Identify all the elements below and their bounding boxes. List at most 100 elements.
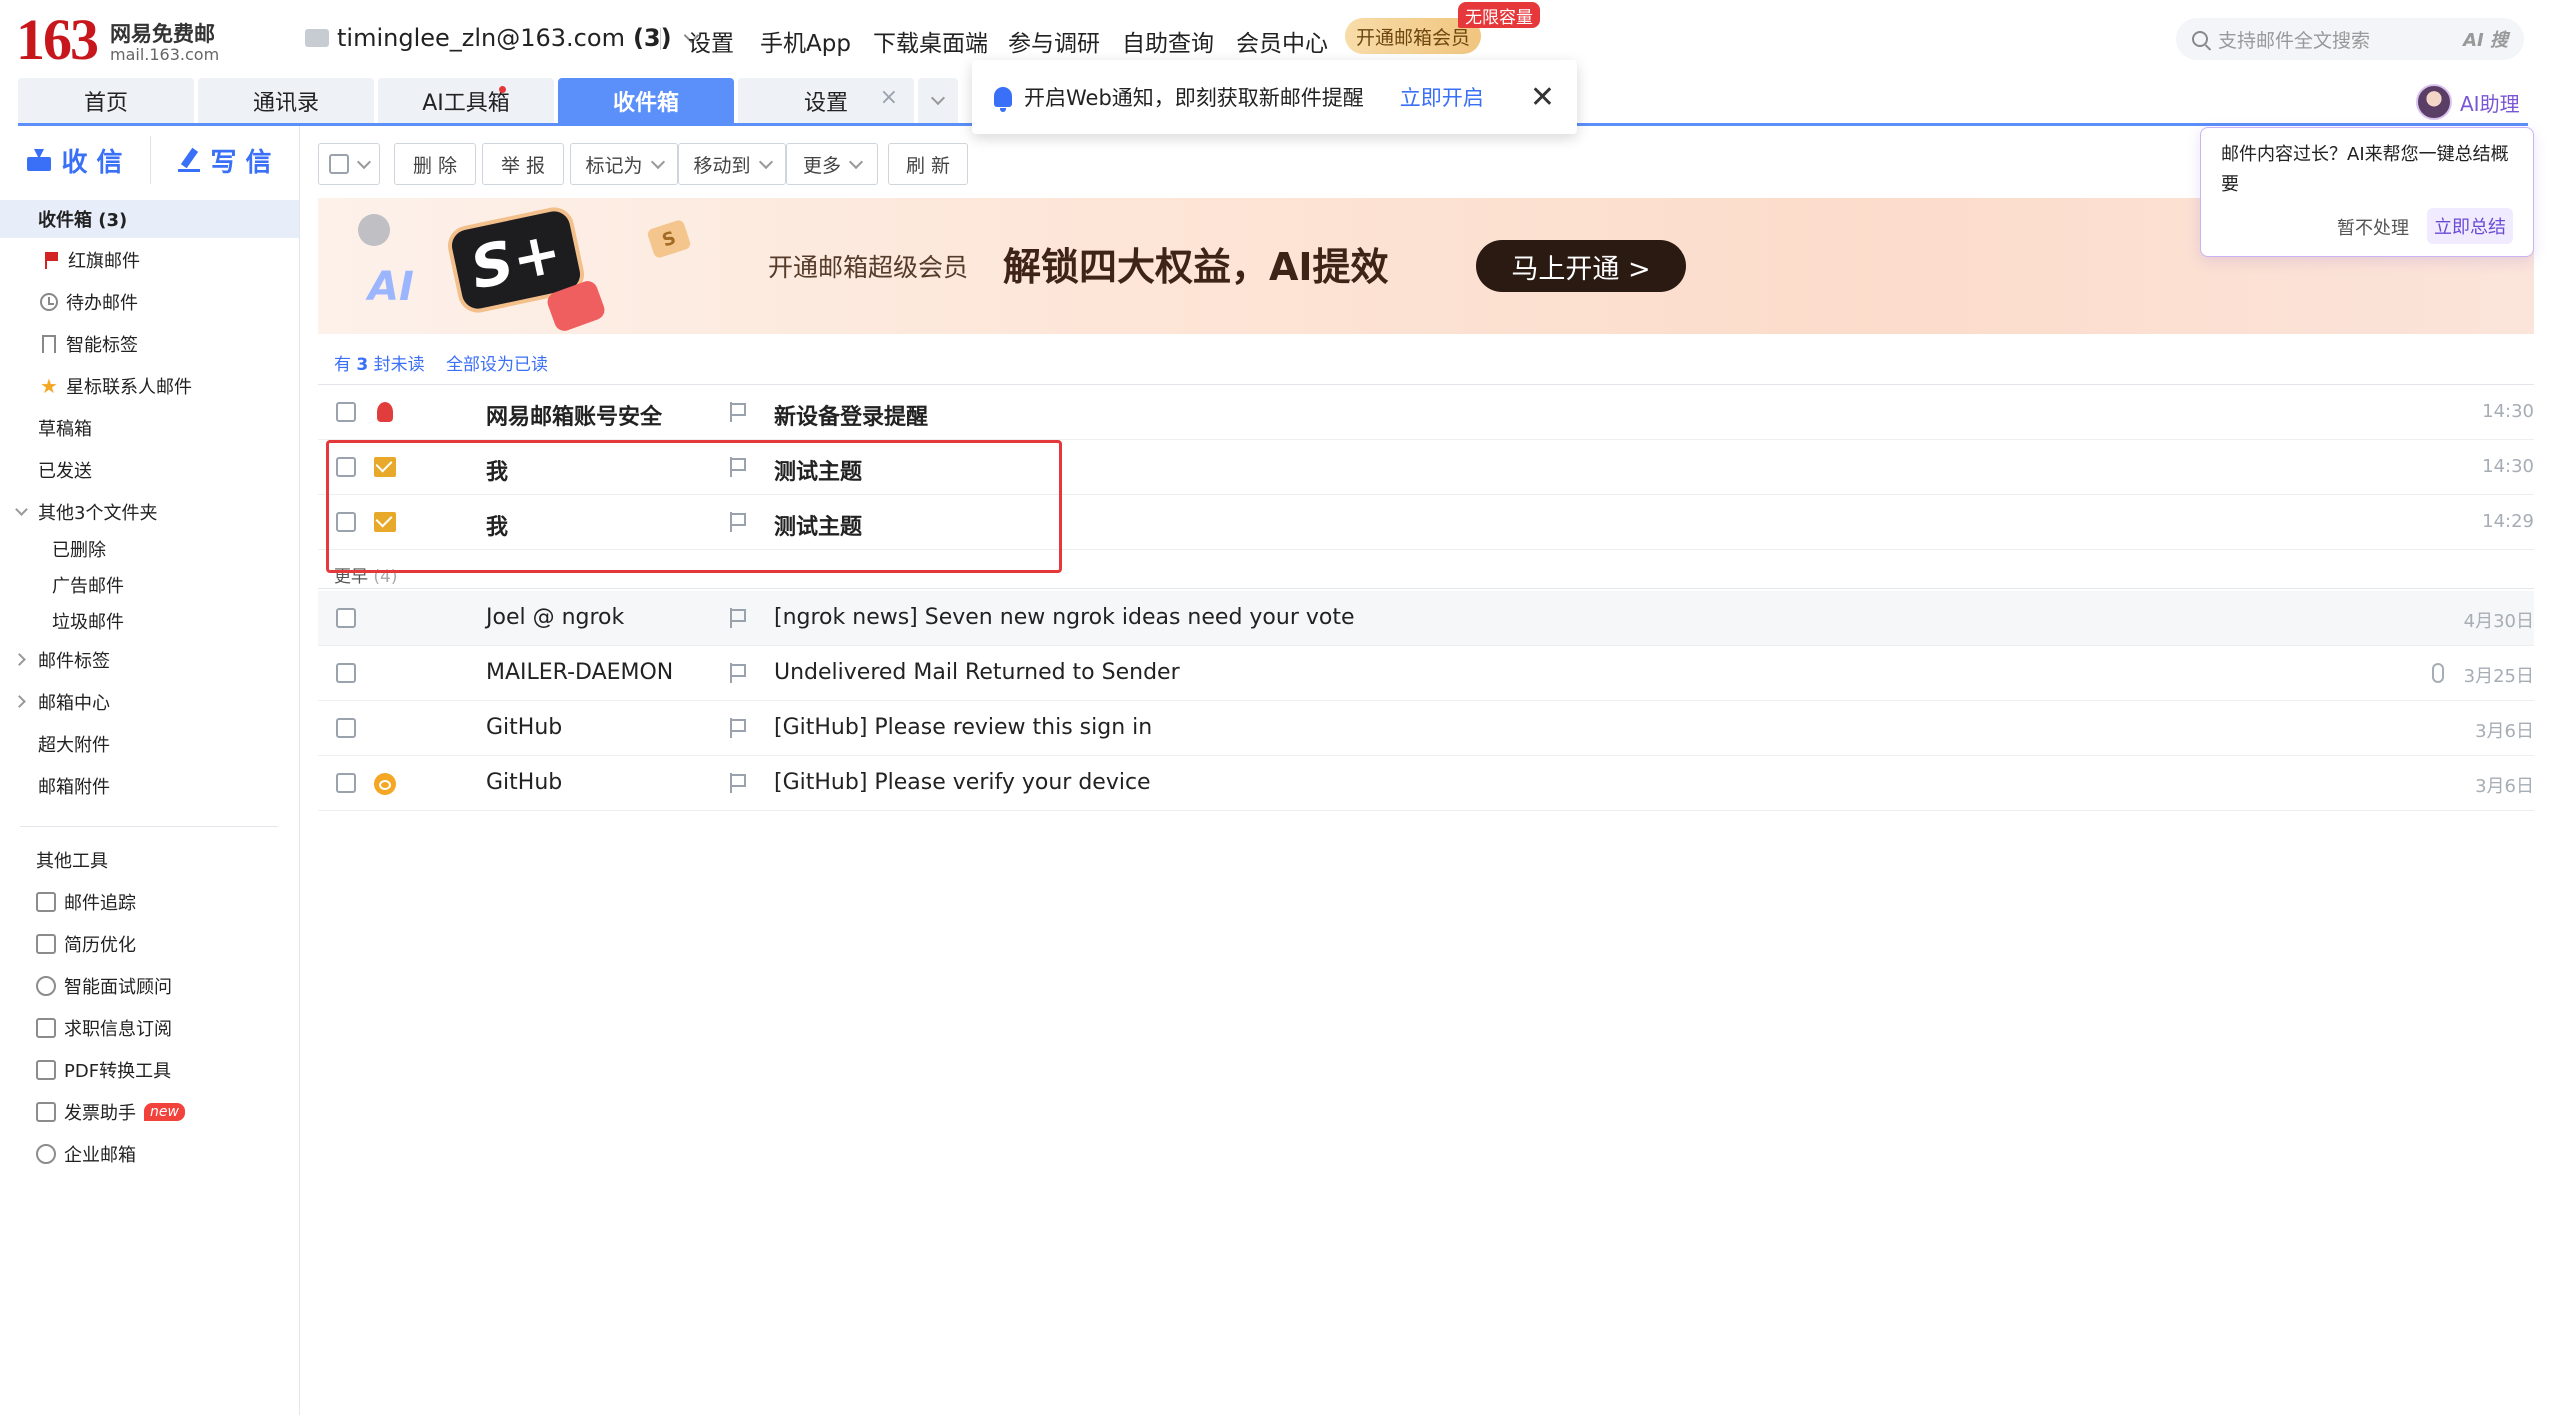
tool-invoice[interactable]: 发票助手 new — [0, 1093, 299, 1131]
search-box[interactable]: 支持邮件全文搜索 AI 搜 — [2176, 18, 2524, 60]
logo-number[interactable]: 163 — [16, 6, 99, 73]
banner-headline: 解锁四大权益，AI提效 — [1003, 245, 1389, 289]
sidebar-item-mail-tags[interactable]: 邮件标签 — [0, 641, 299, 679]
email-time: 3月6日 — [2475, 721, 2534, 742]
summarize-button[interactable]: 立即总结 — [2427, 208, 2513, 244]
resume-icon — [36, 934, 56, 954]
sidebar-item-deleted[interactable]: 已删除 — [0, 532, 299, 566]
sidebar-item-drafts[interactable]: 草稿箱 — [0, 409, 299, 447]
nav-survey-link[interactable]: 参与调研 — [1008, 24, 1100, 58]
tab-home[interactable]: 首页 — [18, 78, 194, 123]
compose-button[interactable]: 写 信 — [151, 126, 299, 194]
email-time: 3月6日 — [2475, 776, 2534, 797]
flag-icon[interactable] — [730, 608, 746, 628]
select-all-dropdown[interactable] — [318, 143, 380, 185]
email-sender: MAILER-DAEMON — [486, 660, 674, 685]
close-icon[interactable]: ✕ — [1530, 80, 1555, 115]
sidebar-item-spam[interactable]: 垃圾邮件 — [0, 604, 299, 638]
row-checkbox[interactable] — [336, 663, 356, 683]
row-checkbox[interactable] — [336, 718, 356, 738]
sidebar-item-inbox[interactable]: 收件箱 (3) — [0, 200, 299, 238]
unread-suffix: 封未读 — [373, 355, 425, 375]
flag-icon[interactable] — [730, 773, 746, 793]
heart-badge-icon — [358, 214, 390, 246]
delete-button[interactable]: 删 除 — [394, 143, 476, 185]
sidebar-item-smart-tags[interactable]: 智能标签 — [0, 325, 299, 363]
search-icon — [2192, 31, 2208, 47]
tool-pdf[interactable]: PDF转换工具 — [0, 1051, 299, 1089]
sidebar-item-todo[interactable]: 待办邮件 — [0, 283, 299, 321]
flag-icon[interactable] — [730, 663, 746, 683]
tool-job-subscribe[interactable]: 求职信息订阅 — [0, 1009, 299, 1047]
sidebar-item-other-folders[interactable]: 其他3个文件夹 — [0, 493, 299, 531]
more-dropdown[interactable]: 更多 — [786, 143, 878, 185]
sidebar-item-label: 广告邮件 — [52, 576, 124, 597]
receive-mail-button[interactable]: 收 信 — [0, 126, 150, 194]
chevron-down-icon[interactable] — [15, 503, 28, 516]
tool-mail-tracking[interactable]: 邮件追踪 — [0, 883, 299, 921]
logo-text[interactable]: 网易免费邮 — [110, 18, 215, 48]
tool-enterprise-mail[interactable]: 企业邮箱 — [0, 1135, 299, 1173]
tab-settings[interactable]: 设置 × — [738, 78, 914, 123]
tab-inbox[interactable]: 收件箱 — [558, 78, 734, 123]
select-all-checkbox[interactable] — [329, 154, 349, 174]
sidebar-item-large-attachments[interactable]: 超大附件 — [0, 725, 299, 763]
sidebar-item-mail-attachments[interactable]: 邮箱附件 — [0, 767, 299, 805]
nav-desktop-download-link[interactable]: 下载桌面端 — [873, 24, 988, 58]
chevron-right-icon[interactable] — [13, 653, 26, 666]
nav-settings-link[interactable]: 设置 — [688, 24, 734, 58]
sidebar-item-ads[interactable]: 广告邮件 — [0, 568, 299, 602]
enable-notification-link[interactable]: 立即开启 — [1400, 82, 1484, 112]
account-unread-count: (3) — [632, 24, 672, 52]
sidebar-item-flagged[interactable]: 红旗邮件 — [0, 241, 299, 279]
chevron-right-icon[interactable] — [13, 695, 26, 708]
row-checkbox[interactable] — [336, 773, 356, 793]
sidebar-item-mail-center[interactable]: 邮箱中心 — [0, 683, 299, 721]
email-row[interactable]: Joel @ ngrok [ngrok news] Seven new ngro… — [318, 591, 2534, 646]
tool-label: 发票助手 — [64, 1103, 136, 1124]
tool-resume[interactable]: 简历优化 — [0, 925, 299, 963]
tab-contacts[interactable]: 通讯录 — [198, 78, 374, 123]
nav-mobile-app-link[interactable]: 手机App — [760, 24, 851, 58]
ai-assistant-button[interactable]: AI助理 — [2416, 82, 2520, 122]
sidebar-item-starred-contacts[interactable]: ★ 星标联系人邮件 — [0, 367, 299, 405]
sidebar-item-sent[interactable]: 已发送 — [0, 451, 299, 489]
close-icon[interactable]: × — [880, 85, 898, 110]
notification-text: 开启Web通知，即刻获取新邮件提醒 — [1024, 86, 1364, 110]
account-switcher[interactable]: timinglee_zln@163.com (3) — [305, 24, 699, 52]
unread-count: 3 — [356, 355, 369, 375]
account-email: timinglee_zln@163.com — [337, 24, 625, 52]
nav-self-service-link[interactable]: 自助查询 — [1122, 24, 1214, 58]
flag-icon[interactable] — [730, 718, 746, 738]
search-input[interactable]: 支持邮件全文搜索 — [2218, 26, 2453, 53]
email-row[interactable]: 网易邮箱账号安全 新设备登录提醒 14:30 — [318, 385, 2534, 440]
mail-track-icon — [36, 892, 56, 912]
mark-all-read-link[interactable]: 全部设为已读 — [446, 355, 548, 375]
email-row[interactable]: MAILER-DAEMON Undelivered Mail Returned … — [318, 646, 2534, 701]
mark-as-dropdown[interactable]: 标记为 — [570, 143, 678, 185]
email-row[interactable]: GitHub [GitHub] Please review this sign … — [318, 701, 2534, 756]
sidebar-item-label: 星标联系人邮件 — [66, 377, 192, 398]
email-row[interactable]: GitHub [GitHub] Please verify your devic… — [318, 756, 2534, 811]
nav-member-center-link[interactable]: 会员中心 — [1236, 24, 1328, 58]
row-checkbox[interactable] — [336, 608, 356, 628]
refresh-button[interactable]: 刷 新 — [888, 143, 968, 185]
move-to-label: 移动到 — [693, 154, 751, 177]
row-checkbox[interactable] — [336, 402, 356, 422]
ai-search-button[interactable]: AI 搜 — [2463, 26, 2508, 52]
open-now-button[interactable]: 马上开通 > — [1476, 240, 1686, 292]
report-button[interactable]: 举 报 — [482, 143, 564, 185]
tab-ai-toolbox[interactable]: AI工具箱 — [378, 78, 554, 123]
tool-interview[interactable]: 智能面试顾问 — [0, 967, 299, 1005]
receive-label: 收 信 — [61, 147, 123, 178]
key-icon — [374, 773, 396, 795]
move-to-dropdown[interactable]: 移动到 — [678, 143, 786, 185]
banner-subtitle: 开通邮箱超级会员 — [768, 253, 969, 282]
invoice-icon — [36, 1102, 56, 1122]
sidebar-item-label: 智能标签 — [66, 335, 138, 356]
divider — [20, 826, 278, 827]
dismiss-button[interactable]: 暂不处理 — [2337, 214, 2409, 240]
flag-icon[interactable] — [730, 402, 746, 422]
chevron-down-icon — [356, 154, 372, 169]
tab-more-button[interactable] — [918, 78, 958, 123]
